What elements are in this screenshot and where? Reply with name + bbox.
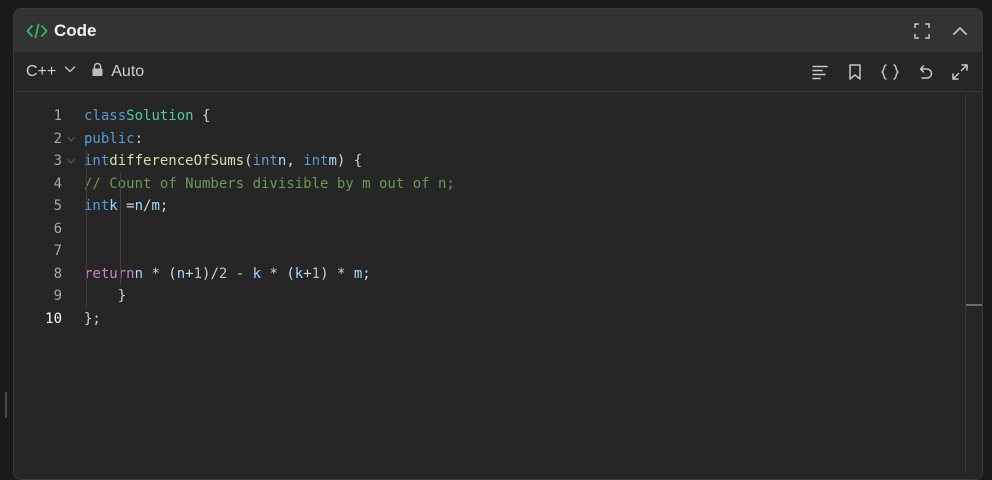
line-number-row: 4 [14,173,78,196]
line-number: 6 [53,220,62,237]
line-number-row: 7 [14,240,78,263]
language-select[interactable]: C++ [26,62,77,81]
reset-icon[interactable] [915,62,935,82]
vertical-scrollbar[interactable] [965,93,982,473]
line-number: 4 [53,175,62,192]
lock-icon [91,62,104,82]
line-number-row: 6 [14,218,78,241]
code-line-8: return n * (n +1)/2 - k * (k +1) * m; [84,262,952,285]
toolbar-left: C++ Auto [26,62,144,82]
line-number: 7 [53,243,62,260]
code-line-1: class Solution { [84,108,211,125]
panel-title-actions [912,21,970,41]
line-number-row: 1 [14,105,78,128]
line-number: 2 [53,130,62,147]
code-line-6 [84,217,952,240]
line-number-row: 10 [14,308,78,331]
collapse-icon[interactable] [950,21,970,41]
mode-label: Auto [111,62,145,80]
fold-chevron-icon[interactable] [64,134,78,144]
line-number: 1 [53,108,62,125]
bookmark-icon[interactable] [845,62,865,82]
toolbar-actions [810,62,970,82]
code-panel: Code C++ Auto 1 2 3 4 5 6 7 8 9 10 class… [13,8,983,480]
panel-title: Code [54,20,97,40]
code-lines[interactable]: class Solution { public: int differenceO… [84,105,952,330]
line-number-row: 3 [14,150,78,173]
fold-chevron-icon[interactable] [64,156,78,166]
line-number-current: 10 [45,310,62,327]
line-number: 8 [53,265,62,282]
code-editor[interactable]: 1 2 3 4 5 6 7 8 9 10 class Solution {pu… [14,93,982,473]
resize-handle[interactable] [5,392,7,418]
expand-icon[interactable] [950,62,970,82]
code-line-9: } [84,285,952,308]
scrollbar-position-marker [966,304,982,306]
code-line-10: }; [84,310,101,327]
line-number-row: 8 [14,263,78,286]
line-number: 9 [53,288,62,305]
braces-icon[interactable] [880,62,900,82]
language-label: C++ [26,62,57,80]
code-icon [26,22,48,40]
fullscreen-icon[interactable] [912,21,932,41]
code-line-3: int differenceOfSums(int n, int m) { [84,150,952,173]
panel-title-bar: Code [14,9,982,52]
line-number: 5 [53,198,62,215]
format-icon[interactable] [810,62,830,82]
line-number-row: 9 [14,285,78,308]
editor-toolbar: C++ Auto [14,52,982,92]
code-line-2: public: [84,130,144,147]
line-number: 3 [53,153,62,170]
code-line-7 [84,240,952,263]
panel-title-group: Code [26,21,97,41]
auto-mode[interactable]: Auto [91,62,144,82]
code-line-4: // Count of Numbers divisible by m out o… [84,172,952,195]
line-number-row: 5 [14,195,78,218]
chevron-down-icon [63,62,77,81]
line-number-row: 2 [14,128,78,151]
code-line-5: int k = n / m; [84,195,952,218]
line-number-gutter: 1 2 3 4 5 6 7 8 9 10 [14,105,78,330]
left-divider [0,0,13,463]
